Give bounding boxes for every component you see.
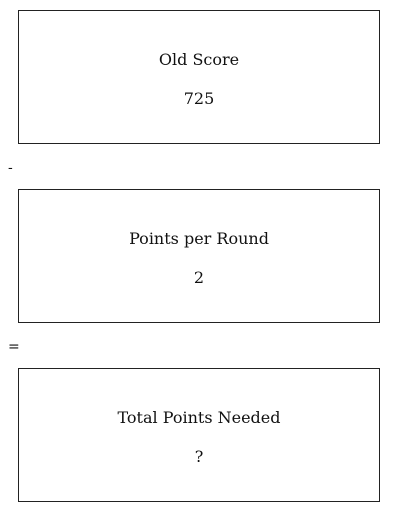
points-per-round-value: 2: [193, 268, 205, 287]
points-per-round-label: Points per Round: [129, 229, 269, 248]
equals-operator: =: [8, 339, 20, 355]
minus-operator: -: [8, 160, 13, 176]
old-score-value: 725: [183, 89, 215, 108]
total-points-needed-card: Total Points Needed ?: [18, 368, 380, 502]
points-per-round-card: Points per Round 2: [18, 189, 380, 323]
total-points-needed-value: ?: [194, 447, 204, 466]
total-points-needed-label: Total Points Needed: [117, 408, 281, 427]
old-score-card: Old Score 725: [18, 10, 380, 144]
old-score-label: Old Score: [158, 50, 240, 69]
